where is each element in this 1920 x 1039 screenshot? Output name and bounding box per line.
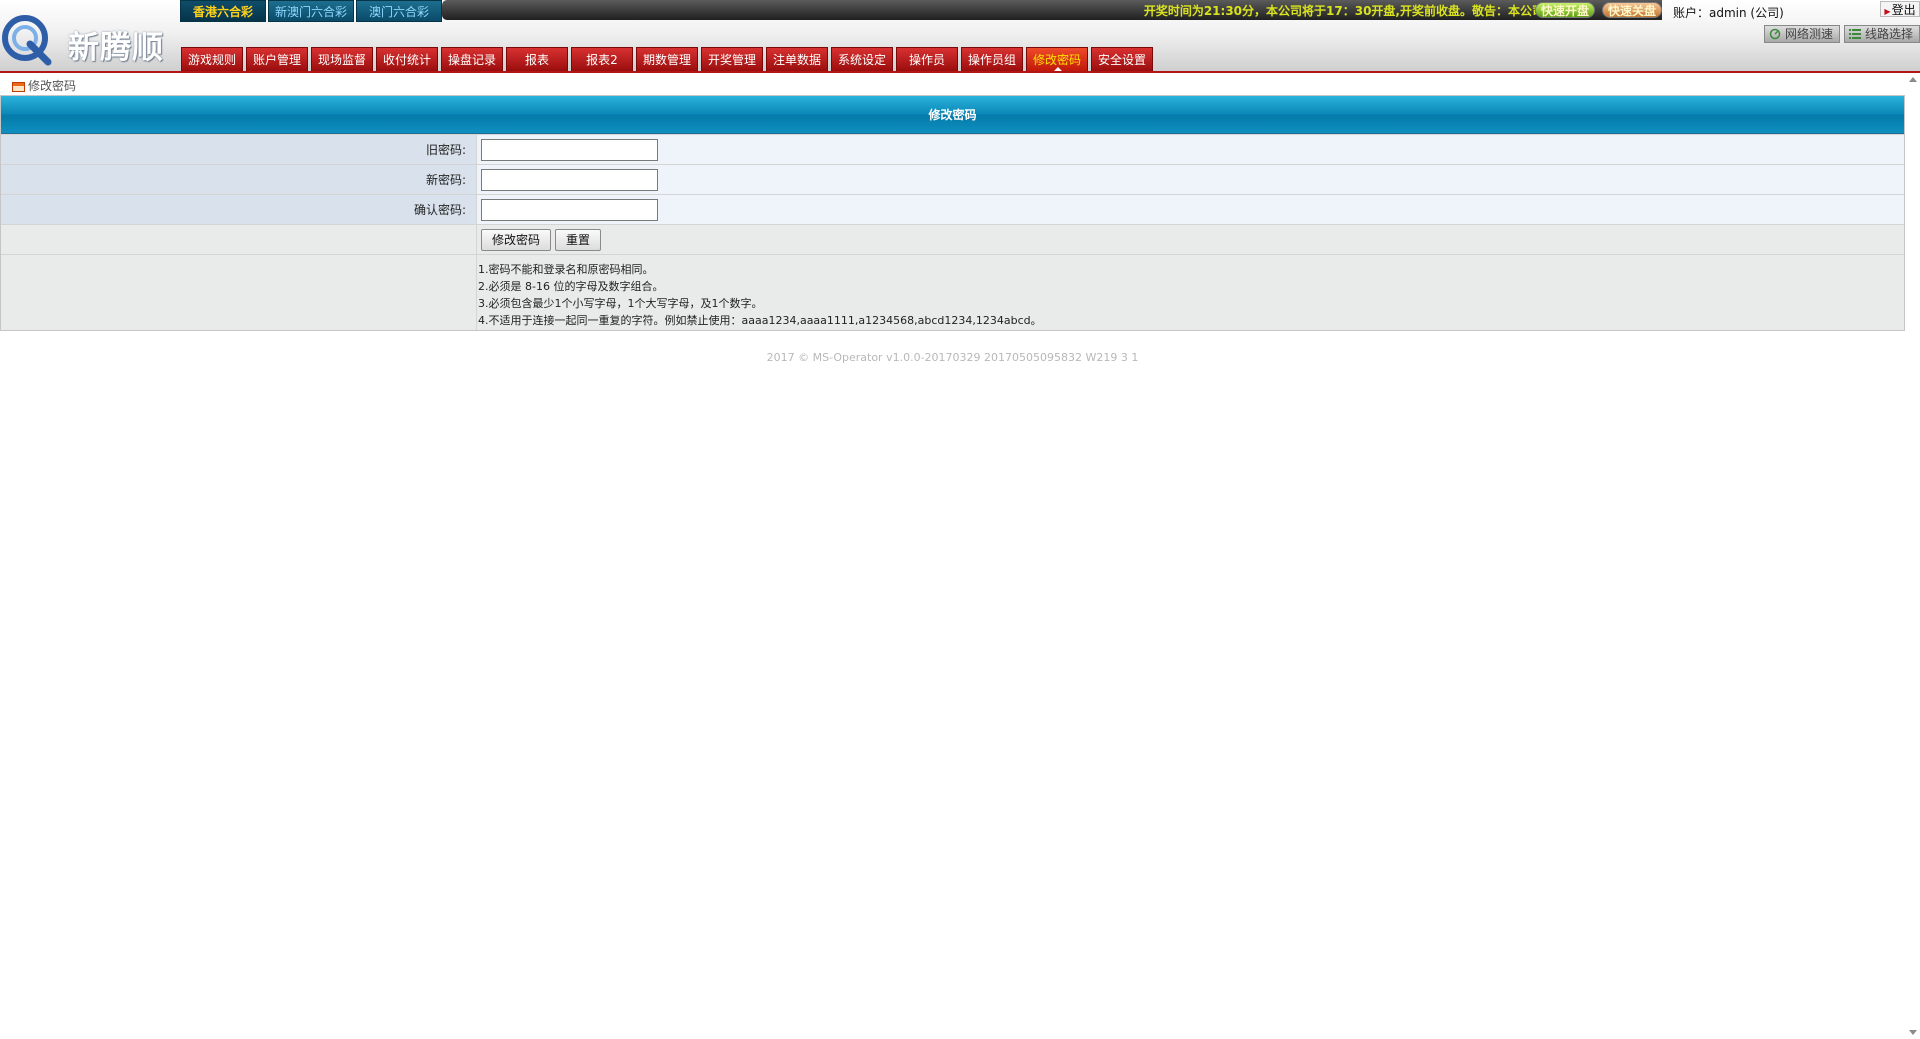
menu-bet-data[interactable]: 注单数据 (766, 47, 828, 71)
change-password-panel: 修改密码 旧密码: 新密码: 确认密码: 修改密码 重置 1.密码不能和登录名和… (0, 95, 1905, 331)
lottery-tab-new-macau[interactable]: 新澳门六合彩 (268, 0, 354, 22)
rule-item: 4.不适用于连接一起同一重复的字符。例如禁止使用：aaaa1234,aaaa11… (478, 314, 1042, 327)
speed-test-button[interactable]: 网络测速 (1763, 25, 1840, 43)
new-password-row: 新密码: (1, 164, 1904, 194)
old-password-row: 旧密码: (1, 134, 1904, 164)
brand-name: 新腾顺 (68, 30, 164, 66)
q-logo-icon (2, 15, 52, 66)
footer-version: 2017 © MS-Operator v1.0.0-20170329 20170… (766, 351, 1139, 364)
ticker-text: 开奖时间为21:30分，本公司将于17：30开盘,开奖前收盘。敬告：本公司公布之… (1143, 4, 1592, 18)
breadcrumb-text: 修改密码 (28, 79, 77, 93)
menu-reports[interactable]: 报表 (506, 47, 568, 71)
rule-item: 3.必须包含最少1个小写字母，1个大写字母，及1个数字。 (478, 297, 763, 310)
old-password-input[interactable] (481, 138, 658, 161)
panel-title: 修改密码 (1, 96, 1904, 134)
header-tools: 网络测速 线路选择 (1760, 25, 1920, 43)
menu-account-management[interactable]: 账户管理 (246, 47, 308, 71)
menu-live-monitor[interactable]: 现场监督 (311, 47, 373, 71)
menu-trading-records[interactable]: 操盘记录 (441, 47, 503, 71)
lottery-tabs: 香港六合彩 新澳门六合彩 澳门六合彩 (180, 0, 444, 22)
logout-label: 登出 (1891, 3, 1916, 17)
confirm-password-input[interactable] (481, 198, 658, 221)
menu-security-settings[interactable]: 安全设置 (1091, 47, 1153, 71)
reset-button[interactable]: 重置 (555, 228, 602, 251)
rule-item: 2.必须是 8-16 位的字母及数字组合。 (478, 280, 664, 293)
list-icon (1848, 29, 1861, 39)
lottery-tab-macau[interactable]: 澳门六合彩 (356, 0, 442, 22)
menu-draw-management[interactable]: 开奖管理 (701, 47, 763, 71)
confirm-password-row: 确认密码: (1, 194, 1904, 224)
top-header: 新腾顺 香港六合彩 新澳门六合彩 澳门六合彩 开奖时间为21:30分，本公司将于… (0, 0, 1920, 73)
old-password-label: 旧密码: (1, 135, 477, 164)
password-rules-row: 1.密码不能和登录名和原密码相同。 2.必须是 8-16 位的字母及数字组合。 … (1, 254, 1904, 330)
new-password-label: 新密码: (1, 165, 477, 194)
gauge-icon (1769, 28, 1781, 40)
password-rules: 1.密码不能和登录名和原密码相同。 2.必须是 8-16 位的字母及数字组合。 … (477, 255, 1904, 330)
menu-system-settings[interactable]: 系统设定 (831, 47, 893, 71)
menu-payment-stats[interactable]: 收付统计 (376, 47, 438, 71)
quick-open-button[interactable]: 快速开盘 (1535, 2, 1595, 18)
scroll-up-icon[interactable] (1909, 77, 1917, 82)
logout-button[interactable]: ▶登出 (1880, 1, 1920, 17)
menu-reports-2[interactable]: 报表2 (571, 47, 633, 71)
confirm-password-label: 确认密码: (1, 195, 477, 224)
vertical-scrollbar[interactable] (1905, 73, 1920, 1039)
account-label: 账户：admin (公司) (1673, 6, 1784, 20)
menu-game-rules[interactable]: 游戏规则 (181, 47, 243, 71)
window-icon (12, 82, 25, 92)
main-menu: 游戏规则 账户管理 现场监督 收付统计 操盘记录 报表 报表2 期数管理 开奖管… (181, 47, 1156, 71)
menu-period-management[interactable]: 期数管理 (636, 47, 698, 71)
logout-arrow-icon: ▶ (1884, 7, 1891, 16)
line-select-label: 线路选择 (1864, 27, 1913, 41)
quick-close-button[interactable]: 快速关盘 (1602, 2, 1662, 18)
form-actions-row: 修改密码 重置 (1, 224, 1904, 254)
menu-operator-groups[interactable]: 操作员组 (961, 47, 1023, 71)
rule-item: 1.密码不能和登录名和原密码相同。 (478, 263, 654, 276)
lottery-tab-hk[interactable]: 香港六合彩 (180, 0, 266, 22)
line-select-button[interactable]: 线路选择 (1843, 25, 1920, 43)
scroll-down-icon[interactable] (1909, 1030, 1917, 1035)
submit-password-button[interactable]: 修改密码 (481, 228, 552, 251)
new-password-input[interactable] (481, 168, 658, 191)
breadcrumb: 修改密码 (0, 75, 1905, 95)
menu-operators[interactable]: 操作员 (896, 47, 958, 71)
brand-logo: 新腾顺 (0, 8, 170, 68)
speed-test-label: 网络测速 (1784, 27, 1833, 41)
menu-change-password[interactable]: 修改密码 (1026, 47, 1088, 71)
announcement-ticker: 开奖时间为21:30分，本公司将于17：30开盘,开奖前收盘。敬告：本公司公布之… (442, 0, 1662, 20)
